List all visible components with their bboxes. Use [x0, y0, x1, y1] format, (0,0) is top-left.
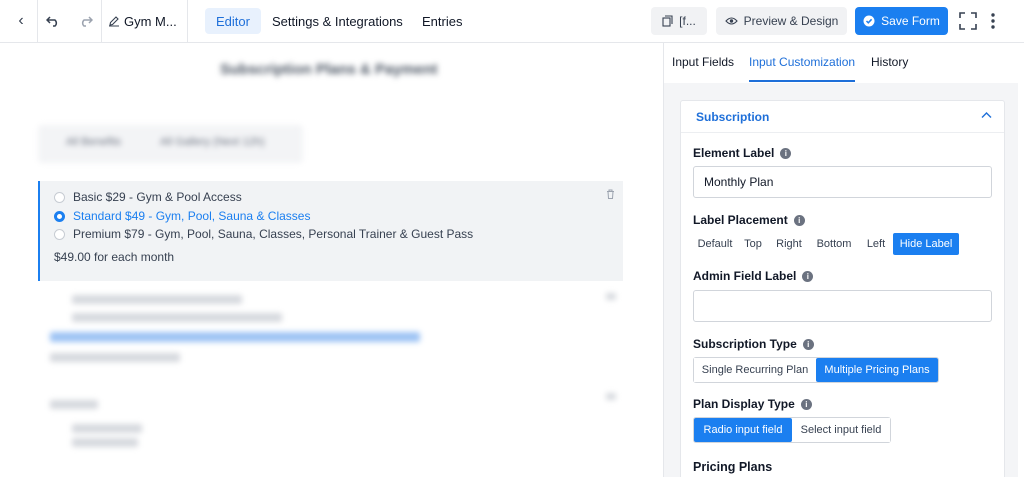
info-icon[interactable]: i — [802, 338, 814, 350]
subscription-option[interactable]: Basic $29 - Gym & Pool Access — [54, 188, 242, 206]
option-label: Basic $29 - Gym & Pool Access — [73, 190, 242, 204]
save-label: Save Form — [881, 14, 940, 28]
eye-icon — [724, 17, 738, 25]
plan-display-options: Radio input field Select input field — [693, 417, 891, 443]
back-chevron-icon[interactable]: ‹ — [8, 0, 34, 42]
radio-button[interactable] — [54, 191, 65, 203]
panel-tabs: Input Fields Input Customization History — [664, 43, 1019, 83]
placement-hide-label[interactable]: Hide Label — [893, 233, 959, 255]
placement-bottom[interactable]: Bottom — [809, 233, 859, 255]
section-header[interactable]: Subscription — [681, 101, 1004, 133]
form-title-blurred: Subscription Plans & Payment — [220, 61, 438, 78]
subscription-type-options: Single Recurring Plan Multiple Pricing P… — [693, 357, 939, 383]
single-recurring-plan-option[interactable]: Single Recurring Plan — [694, 358, 816, 382]
trash-icon[interactable] — [606, 189, 615, 202]
form-canvas: Subscription Plans & Payment All Benefit… — [0, 43, 663, 477]
save-form-button[interactable]: Save Form — [855, 7, 948, 35]
shortcode-label: [f... — [679, 14, 696, 28]
radio-input-field-option[interactable]: Radio input field — [694, 418, 792, 442]
blurred-pill-1: All Benefits — [66, 136, 122, 148]
check-circle-icon — [863, 15, 875, 27]
info-icon[interactable]: i — [802, 270, 814, 282]
preview-label: Preview & Design — [743, 14, 839, 28]
copy-icon — [662, 15, 673, 27]
section-title: Subscription — [696, 110, 770, 124]
placement-right[interactable]: Right — [769, 233, 809, 255]
radio-button[interactable] — [54, 228, 65, 240]
tab-input-customization[interactable]: Input Customization — [749, 55, 855, 69]
label-placement-options: Default Top Right Bottom Left Hide Label — [693, 233, 959, 255]
fullscreen-icon[interactable] — [955, 0, 981, 42]
plan-display-type-heading: Plan Display Type i — [693, 397, 812, 411]
info-icon[interactable]: i — [780, 147, 792, 159]
option-label: Standard $49 - Gym, Pool, Sauna & Classe… — [73, 209, 311, 223]
tab-input-fields[interactable]: Input Fields — [672, 55, 734, 69]
info-icon[interactable]: i — [800, 398, 812, 410]
tab-history[interactable]: History — [871, 55, 908, 69]
element-label-heading: Element Label i — [693, 146, 792, 160]
panel-scrollbar[interactable] — [1018, 43, 1024, 477]
blurred-field[interactable]: All Benefits All Gallery (Next 12h) — [38, 125, 303, 163]
element-label-input[interactable] — [693, 166, 992, 198]
tab-editor[interactable]: Editor — [205, 8, 261, 34]
undo-icon[interactable] — [42, 0, 64, 42]
label-placement-heading: Label Placement i — [693, 213, 805, 227]
tab-entries[interactable]: Entries — [411, 8, 473, 34]
subscription-section: Subscription Element Label i Label Place… — [680, 100, 1005, 477]
placement-default[interactable]: Default — [693, 233, 737, 255]
top-toolbar: ‹ Gym M... Editor Settings & Integration… — [0, 0, 1024, 43]
blurred-pill-2: All Gallery (Next 12h) — [160, 136, 265, 148]
settings-panel: Input Fields Input Customization History… — [663, 43, 1019, 477]
form-name-editor[interactable]: Gym M... — [108, 0, 182, 42]
subscription-option[interactable]: Premium $79 - Gym, Pool, Sauna, Classes,… — [54, 225, 473, 243]
placement-top[interactable]: Top — [737, 233, 769, 255]
info-icon[interactable]: i — [793, 214, 805, 226]
subscription-type-heading: Subscription Type i — [693, 337, 814, 351]
tab-settings-integrations[interactable]: Settings & Integrations — [261, 8, 414, 34]
radio-button-selected[interactable] — [54, 210, 65, 222]
subscription-field-selected[interactable]: Basic $29 - Gym & Pool Access Standard $… — [38, 181, 623, 281]
admin-field-label-input[interactable] — [693, 290, 992, 322]
pricing-plans-heading: Pricing Plans — [693, 460, 773, 474]
multiple-pricing-plans-option[interactable]: Multiple Pricing Plans — [816, 358, 938, 382]
preview-design-button[interactable]: Preview & Design — [716, 7, 847, 35]
more-options-icon[interactable] — [985, 0, 1001, 42]
chevron-up-icon[interactable] — [981, 108, 992, 122]
select-input-field-option[interactable]: Select input field — [792, 418, 890, 442]
placement-left[interactable]: Left — [859, 233, 893, 255]
admin-field-label-heading: Admin Field Label i — [693, 269, 814, 283]
form-name: Gym M... — [124, 13, 177, 29]
active-tab-indicator — [749, 80, 855, 82]
redo-icon[interactable] — [75, 0, 97, 42]
pencil-icon — [109, 16, 119, 27]
option-label: Premium $79 - Gym, Pool, Sauna, Classes,… — [73, 227, 474, 241]
subscription-option-selected[interactable]: Standard $49 - Gym, Pool, Sauna & Classe… — [54, 207, 310, 225]
shortcode-button[interactable]: [f... — [651, 7, 707, 35]
price-text: $49.00 for each month — [54, 250, 175, 264]
